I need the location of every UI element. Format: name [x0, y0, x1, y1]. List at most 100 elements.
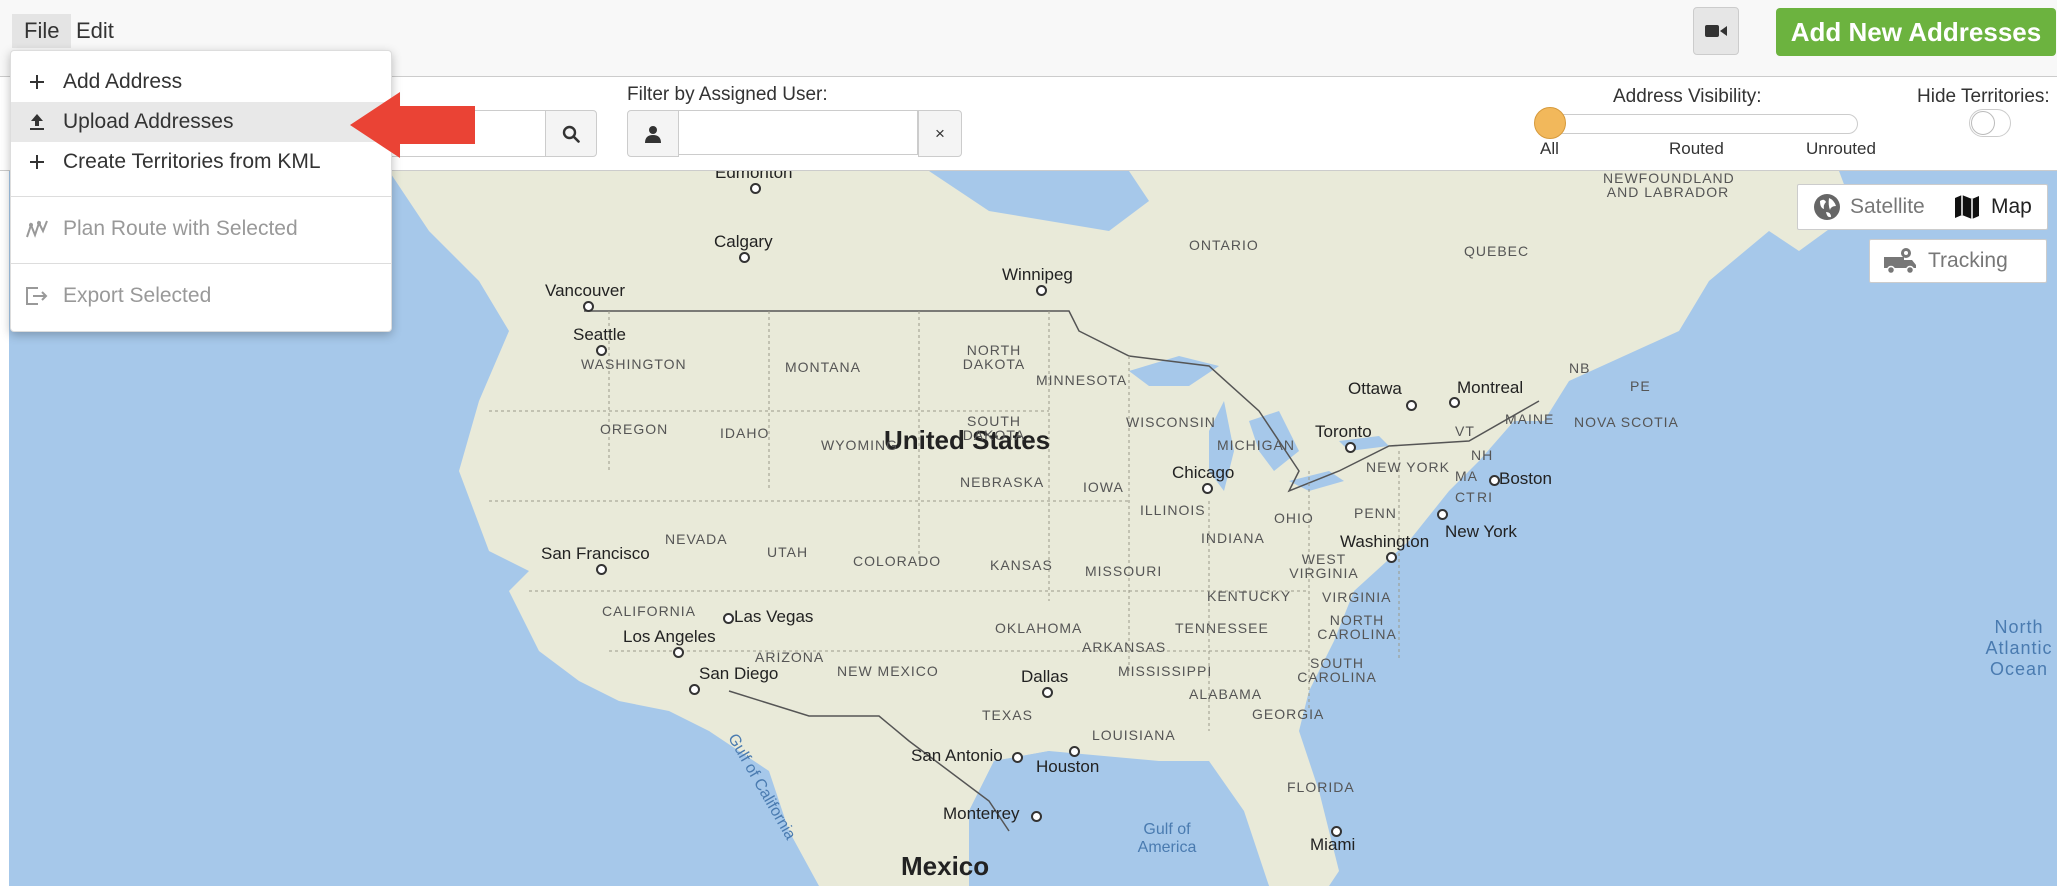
state-label: RI: [1477, 489, 1493, 505]
video-camera-button[interactable]: [1693, 7, 1739, 55]
state-label: WYOMING: [821, 437, 898, 453]
state-label: MONTANA: [785, 359, 861, 375]
city-marker: [1345, 442, 1356, 453]
city-label: Ottawa: [1348, 379, 1402, 398]
state-label: NEW MEXICO: [837, 663, 939, 679]
map-label: Map: [1991, 195, 2032, 218]
state-label: IOWA: [1083, 479, 1124, 495]
menu-item-export-selected[interactable]: Export Selected: [11, 276, 391, 316]
city-marker: [1406, 400, 1417, 411]
city-marker: [1202, 483, 1213, 494]
menu-item-label: Upload Addresses: [63, 110, 234, 133]
visibility-option-unrouted: Unrouted: [1806, 139, 1876, 158]
menu-item-upload-addresses[interactable]: Upload Addresses: [11, 102, 391, 142]
city-label: Vancouver: [545, 281, 626, 300]
state-label: VIRGINIA: [1322, 589, 1392, 605]
state-label: NEW YORK: [1366, 459, 1450, 475]
city-label: Seattle: [573, 325, 626, 344]
city-marker: [1449, 397, 1460, 408]
hide-territories-toggle[interactable]: [1969, 109, 2011, 137]
user-icon: [645, 125, 661, 143]
map-button[interactable]: Map: [1953, 185, 2032, 229]
plus-icon: [11, 74, 63, 90]
state-label: SOUTH DAKOTA: [962, 413, 1026, 443]
city-label: Miami: [1310, 835, 1356, 854]
city-label: Winnipeg: [1002, 265, 1073, 284]
clear-user-button[interactable]: ×: [918, 110, 962, 157]
province-label: NOVA SCOTIA: [1574, 414, 1679, 430]
state-label: NORTH CAROLINA: [1317, 612, 1397, 642]
state-label: UTAH: [767, 544, 809, 560]
province-label: PE: [1630, 378, 1651, 394]
city-label: Monterrey: [943, 804, 1020, 823]
menu-item-plan-route[interactable]: Plan Route with Selected: [11, 209, 391, 249]
water-label: North Atlantic Ocean: [1985, 617, 2053, 679]
province-label: NEWFOUNDLAND AND LABRADOR: [1603, 171, 1735, 200]
province-label: NB: [1569, 360, 1591, 376]
state-label: MISSOURI: [1085, 563, 1163, 579]
add-new-addresses-button[interactable]: Add New Addresses: [1776, 8, 2056, 56]
state-label: COLORADO: [853, 553, 942, 569]
menu-item-label: Export Selected: [63, 284, 212, 307]
state-label: WEST VIRGINIA: [1289, 551, 1359, 581]
menu-item-create-territories[interactable]: Create Territories from KML: [11, 142, 391, 182]
toggle-knob: [1971, 111, 1995, 135]
menu-item-label: Create Territories from KML: [63, 150, 321, 173]
state-label: MISSISSIPPI: [1118, 663, 1213, 679]
state-label: CT: [1455, 489, 1476, 505]
address-visibility-slider[interactable]: [1536, 114, 1858, 134]
state-label: NORTH DAKOTA: [962, 342, 1026, 372]
state-label: KANSAS: [990, 557, 1053, 573]
file-menu[interactable]: File: [12, 14, 72, 48]
menu-item-label: Plan Route with Selected: [63, 217, 298, 240]
city-label: Dallas: [1021, 667, 1069, 686]
city-label: Edmonton: [715, 171, 793, 182]
globe-icon: [1814, 194, 1840, 220]
tracking-button[interactable]: Tracking: [1869, 239, 2047, 283]
city-marker: [1031, 811, 1042, 822]
state-label: IDAHO: [720, 425, 770, 441]
search-button[interactable]: [545, 110, 597, 157]
menu-divider: [11, 196, 391, 197]
hide-territories-label: Hide Territories:: [1917, 86, 2050, 107]
country-label: Mexico: [901, 851, 990, 881]
city-label: Calgary: [714, 232, 773, 251]
satellite-button[interactable]: Satellite: [1812, 185, 1925, 229]
city-label: Houston: [1036, 757, 1100, 776]
state-label: ALABAMA: [1189, 686, 1263, 702]
city-marker: [1036, 285, 1047, 296]
map-icon: [1955, 195, 1979, 219]
city-marker: [596, 345, 607, 356]
state-label: PENN: [1354, 505, 1397, 521]
city-marker: [583, 301, 594, 312]
state-label: OHIO: [1274, 510, 1314, 526]
upload-icon: [11, 113, 63, 131]
user-addon: [627, 110, 679, 157]
state-label: ILLINOIS: [1140, 502, 1206, 518]
slider-handle[interactable]: [1534, 107, 1566, 139]
annotation-arrow-icon: [350, 92, 475, 158]
city-marker: [750, 183, 761, 194]
route-icon: [11, 219, 63, 239]
menu-item-label: Add Address: [63, 70, 183, 93]
state-label: TEXAS: [982, 707, 1033, 723]
export-icon: [11, 286, 63, 306]
province-label: QUEBEC: [1464, 243, 1530, 259]
visibility-option-routed: Routed: [1669, 139, 1724, 158]
assigned-user-field[interactable]: [678, 110, 918, 155]
assigned-user-label: Filter by Assigned User:: [627, 84, 828, 105]
edit-menu[interactable]: Edit: [64, 14, 126, 48]
city-marker: [1069, 746, 1080, 757]
city-marker: [673, 647, 684, 658]
state-label: TENNESSEE: [1175, 620, 1269, 636]
state-label: VT: [1455, 423, 1475, 439]
state-label: SOUTH CAROLINA: [1297, 655, 1377, 685]
city-label: San Francisco: [541, 544, 650, 563]
state-label: WASHINGTON: [581, 356, 687, 372]
city-marker: [1386, 552, 1397, 563]
file-dropdown-menu: Add Address Upload Addresses Create Terr…: [10, 50, 392, 332]
menu-item-add-address[interactable]: Add Address: [11, 62, 391, 102]
satellite-label: Satellite: [1850, 195, 1925, 218]
state-label: ARKANSAS: [1082, 639, 1167, 655]
state-label: MINNESOTA: [1036, 372, 1128, 388]
